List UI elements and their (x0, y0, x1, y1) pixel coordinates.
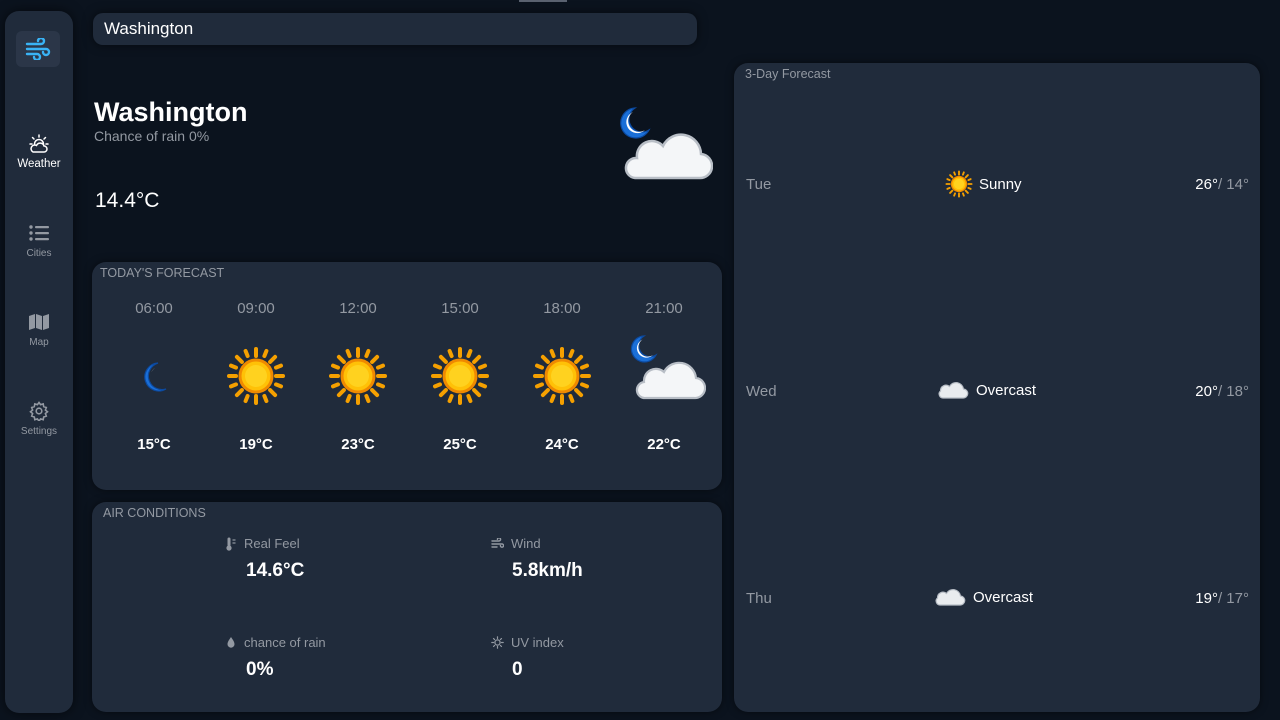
sun-small-icon (491, 636, 504, 649)
sun-icon (307, 346, 409, 406)
hour-temperature: 22°C (647, 436, 681, 453)
forecast-temperature: 19°/ 17° (1195, 590, 1249, 607)
panel-title: AIR CONDITIONS (103, 506, 206, 520)
sidebar-item-label: Weather (17, 158, 61, 170)
forecast-low: / 18° (1217, 383, 1249, 400)
forecast-condition: Overcast (933, 584, 1033, 610)
uv-index-value: 0 (512, 659, 523, 680)
forecast-condition-label: Overcast (973, 588, 1034, 606)
forecast-condition: Overcast (936, 377, 1036, 403)
gear-icon (29, 400, 49, 422)
real-feel-label: Real Feel (244, 536, 300, 551)
hour-temperature: 23°C (341, 436, 375, 453)
hour-forecast-item: 12:00 23°C (307, 262, 409, 490)
sidebar-item-weather[interactable]: Weather (5, 133, 73, 170)
moon-icon (103, 346, 205, 406)
sidebar-item-cities[interactable]: Cities (5, 222, 73, 259)
hour-forecast-item: 18:00 24°C (511, 262, 613, 490)
moon-cloud-icon (613, 332, 715, 402)
hour-time: 21:00 (645, 300, 683, 317)
forecast-temperature: 26°/ 14° (1195, 176, 1249, 193)
forecast-day: Tue (746, 176, 772, 193)
forecast-row: Wed Overcast 20°/ 18° (734, 377, 1260, 407)
air-conditions-panel: AIR CONDITIONS Real Feel 14.6°C Wind 5.8… (92, 502, 722, 712)
forecast-temperature: 20°/ 18° (1195, 383, 1249, 400)
hour-forecast-item: 21:00 22°C (613, 262, 715, 490)
forecast-day: Wed (746, 383, 777, 400)
rain-chance-text: Chance of rain 0% (94, 128, 210, 144)
list-icon (29, 222, 49, 244)
map-icon (28, 311, 50, 333)
cloud-icon (935, 589, 966, 606)
forecast-high: 19° (1195, 590, 1218, 607)
cloud-icon (938, 382, 969, 399)
sun-icon (205, 346, 307, 406)
hour-time: 09:00 (237, 300, 275, 317)
hour-time: 18:00 (543, 300, 581, 317)
cloud-sun-icon (28, 133, 50, 155)
sidebar-item-label: Settings (20, 426, 58, 437)
sidebar-item-settings[interactable]: Settings (5, 400, 73, 437)
forecast-condition-label: Overcast (976, 381, 1037, 399)
thermometer-icon (226, 537, 236, 551)
three-day-forecast-panel: 3-Day Forecast Tue Sunny 26°/ 14° Wed Ov… (734, 63, 1260, 712)
forecast-condition: Sunny (945, 170, 1022, 198)
wind-label: Wind (511, 536, 541, 551)
sidebar: Weather Cities Map Settings (5, 11, 73, 713)
hour-forecast-item: 09:00 19°C (205, 262, 307, 490)
hour-time: 12:00 (339, 300, 377, 317)
forecast-day: Thu (746, 590, 772, 607)
todays-forecast-panel: TODAY'S FORECAST 06:00 15°C 09:00 19°C 1… (92, 262, 722, 490)
hour-temperature: 15°C (137, 436, 171, 453)
hour-temperature: 25°C (443, 436, 477, 453)
forecast-high: 20° (1195, 383, 1218, 400)
forecast-row: Tue Sunny 26°/ 14° (734, 170, 1260, 200)
hour-temperature: 19°C (239, 436, 273, 453)
city-name: Washington (94, 97, 248, 127)
uv-index-label: UV index (511, 635, 564, 650)
forecast-low: / 17° (1217, 590, 1249, 607)
moon-cloud-icon (607, 102, 714, 189)
wind-value: 5.8km/h (512, 560, 583, 581)
forecast-condition-label: Sunny (979, 175, 1022, 193)
sun-icon (945, 170, 973, 198)
hour-forecast-item: 15:00 25°C (409, 262, 511, 490)
real-feel-value: 14.6°C (246, 560, 305, 581)
app-logo[interactable] (16, 31, 60, 67)
window-top-accent (519, 0, 567, 2)
panel-title: 3-Day Forecast (745, 67, 831, 81)
chance-of-rain-label: chance of rain (244, 635, 326, 650)
hour-time: 15:00 (441, 300, 479, 317)
wind-icon (491, 537, 504, 548)
sidebar-item-label: Map (29, 337, 49, 348)
current-temperature: 14.4°C (95, 189, 160, 212)
hour-temperature: 24°C (545, 436, 579, 453)
sun-icon (409, 346, 511, 406)
forecast-high: 26° (1195, 176, 1218, 193)
chance-of-rain-value: 0% (246, 659, 274, 680)
wind-logo-icon (25, 38, 51, 60)
hour-time: 06:00 (135, 300, 173, 317)
sun-icon (511, 346, 613, 406)
sidebar-item-label: Cities (26, 248, 52, 259)
sidebar-item-map[interactable]: Map (5, 311, 73, 348)
hour-forecast-item: 06:00 15°C (103, 262, 205, 490)
search-input[interactable] (93, 13, 697, 45)
forecast-row: Thu Overcast 19°/ 17° (734, 584, 1260, 614)
droplet-icon (227, 637, 235, 648)
forecast-low: / 14° (1217, 176, 1249, 193)
